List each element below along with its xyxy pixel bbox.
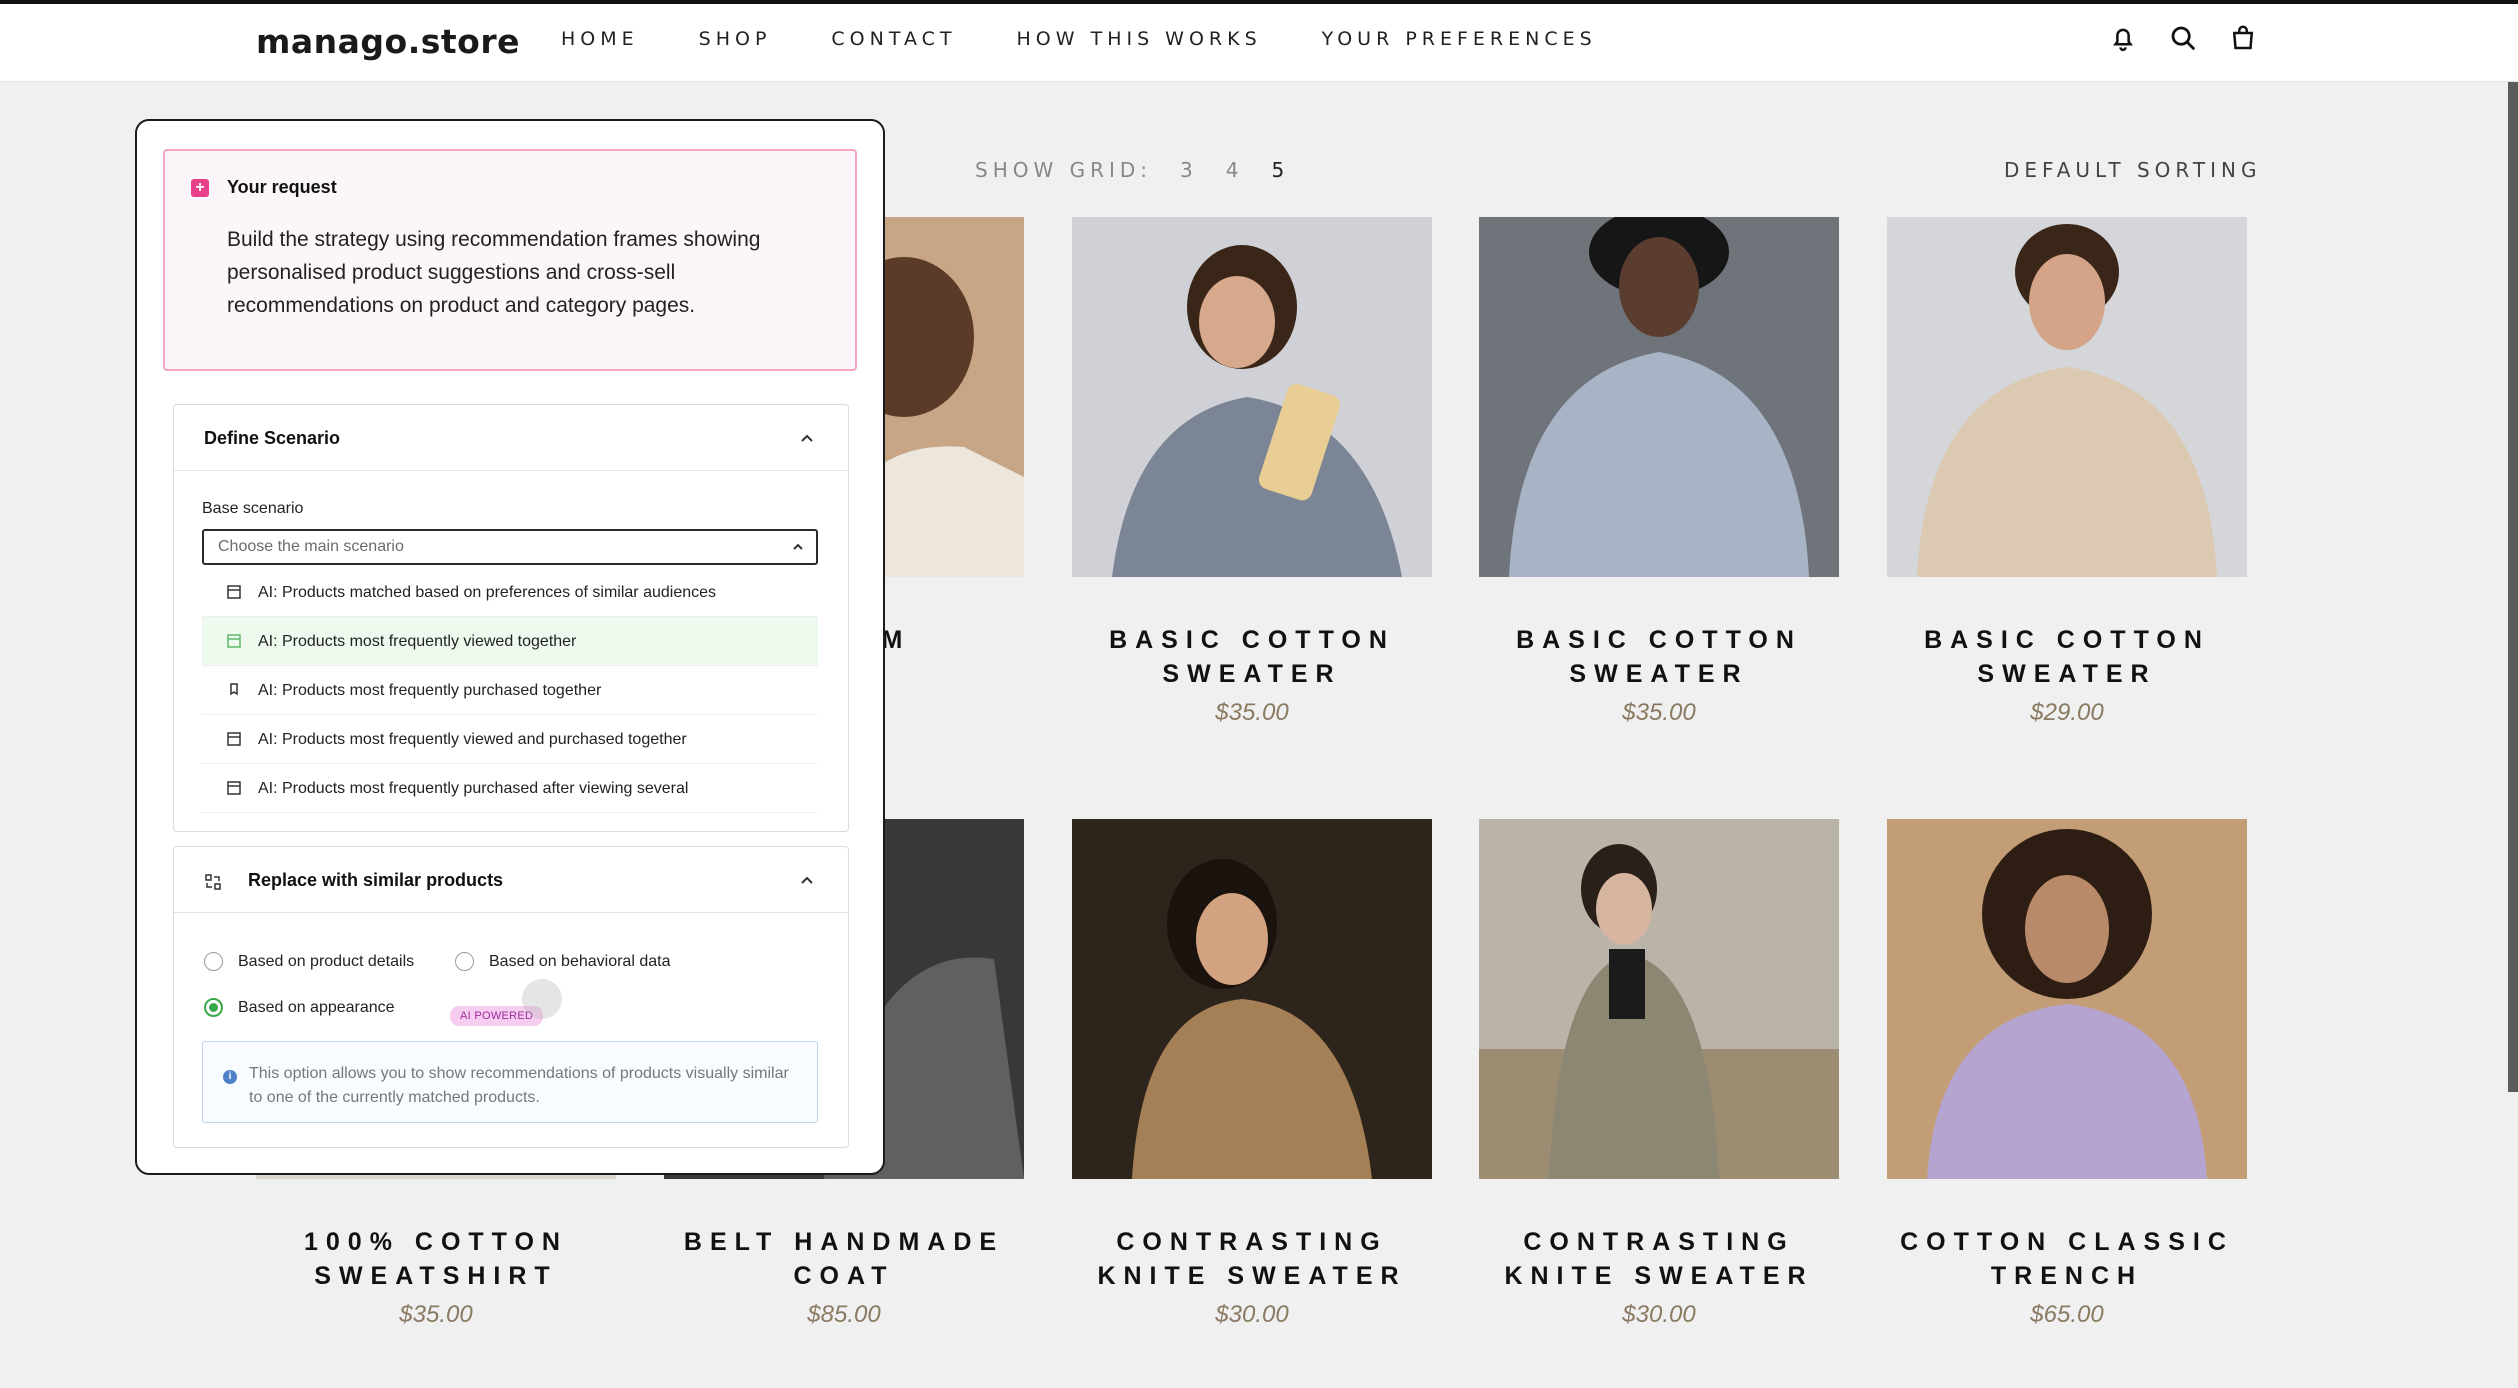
chevron-up-icon[interactable]: [800, 431, 814, 445]
page-scrollbar[interactable]: [2508, 82, 2518, 1092]
define-scenario-section: Define Scenario Base scenario Choose the…: [173, 404, 849, 832]
grid-option-3[interactable]: 3: [1180, 158, 1198, 182]
scenario-option-label: AI: Products matched based on preference…: [258, 584, 717, 601]
info-icon: i: [223, 1070, 237, 1084]
define-scenario-title: Define Scenario: [204, 428, 341, 448]
product-image[interactable]: [1479, 217, 1839, 577]
top-nav-bar: manago.store HOME SHOP CONTACT HOW THIS …: [0, 0, 2518, 82]
scenario-option[interactable]: AI: Products most frequently viewed and …: [202, 715, 818, 764]
info-text: This option allows you to show recommend…: [249, 1065, 789, 1106]
nav-icons: [2108, 22, 2258, 54]
radio-behavioral-data[interactable]: [455, 952, 474, 971]
product-card[interactable]: BASIC COTTON SWEATER $35.00: [1072, 217, 1432, 727]
nav-how-this-works[interactable]: HOW THIS WORKS: [1017, 28, 1262, 50]
radio-product-details-label: Based on product details: [238, 953, 415, 970]
base-scenario-label: Base scenario: [202, 500, 304, 517]
product-name[interactable]: BASIC COTTON SWEATER: [1887, 623, 2247, 691]
scenario-option-label: AI: Products most frequently viewed toge…: [258, 633, 577, 650]
nav-shop[interactable]: SHOP: [699, 28, 772, 50]
store-logo[interactable]: manago.store: [256, 22, 520, 61]
scenario-option[interactable]: AI: Products most frequently viewed toge…: [202, 617, 818, 666]
product-name[interactable]: COTTON CLASSIC TRENCH: [1887, 1225, 2247, 1293]
request-title: Your request: [227, 177, 337, 197]
grid-option-5[interactable]: 5: [1272, 158, 1290, 182]
define-scenario-header[interactable]: Define Scenario: [174, 405, 848, 471]
product-name[interactable]: BELT HANDMADE COAT: [664, 1225, 1024, 1293]
bell-icon[interactable]: [2108, 22, 2138, 54]
scenario-option-label: AI: Products most frequently purchased t…: [258, 682, 602, 699]
nav-contact[interactable]: CONTACT: [831, 28, 956, 50]
frame-icon: [227, 585, 241, 599]
grid-option-4[interactable]: 4: [1226, 158, 1244, 182]
product-price: $85.00: [807, 1301, 881, 1328]
chevron-up-icon: [793, 543, 803, 550]
select-placeholder: Choose the main scenario: [218, 538, 404, 555]
radio-appearance-label: Based on appearance: [238, 999, 395, 1016]
product-name[interactable]: CONTRASTING KNITE SWEATER: [1479, 1225, 1839, 1293]
product-card[interactable]: COTTON CLASSIC TRENCH $65.00: [1887, 819, 2247, 1329]
product-price: $29.00: [2030, 699, 2104, 726]
replace-similar-title: Replace with similar products: [248, 870, 504, 890]
shopping-bag-icon[interactable]: [2228, 22, 2258, 54]
strategy-panel: + Your request Build the strategy using …: [135, 119, 885, 1175]
request-text: Build the strategy using recommendation …: [227, 228, 761, 317]
bookmark-icon: [230, 683, 238, 696]
info-box: i This option allows you to show recomme…: [202, 1041, 818, 1123]
scenario-option[interactable]: AI: Products most frequently purchased a…: [202, 764, 818, 813]
replace-similar-header[interactable]: Replace with similar products: [174, 847, 848, 913]
radio-product-details[interactable]: [204, 952, 223, 971]
sorting-dropdown[interactable]: DEFAULT SORTING: [2004, 158, 2261, 182]
frame-icon: [227, 781, 241, 795]
product-price: $30.00: [1622, 1301, 1696, 1328]
product-price: $35.00: [1215, 699, 1289, 726]
radio-appearance[interactable]: [204, 998, 223, 1017]
frame-icon: [227, 732, 241, 746]
radio-behavioral-data-label: Based on behavioral data: [489, 953, 671, 970]
product-image[interactable]: [1887, 819, 2247, 1179]
mouse-cursor: [522, 979, 562, 1019]
product-price: $35.00: [1622, 699, 1696, 726]
frame-icon: [227, 634, 241, 648]
scenario-options-list: AI: Products matched based on preference…: [202, 568, 818, 813]
product-card[interactable]: CONTRASTING KNITE SWEATER $30.00: [1479, 819, 1839, 1329]
scenario-option-label: AI: Products most frequently purchased a…: [258, 780, 689, 797]
base-scenario-select[interactable]: Choose the main scenario: [202, 529, 818, 565]
product-name[interactable]: BASIC COTTON SWEATER: [1479, 623, 1839, 691]
swap-icon: [205, 874, 221, 890]
replace-similar-section: Replace with similar products Based on p…: [173, 846, 849, 1148]
product-image[interactable]: [1887, 217, 2247, 577]
product-price: $35.00: [399, 1301, 473, 1328]
product-card[interactable]: CONTRASTING KNITE SWEATER $30.00: [1072, 819, 1432, 1329]
scenario-option[interactable]: AI: Products matched based on preference…: [202, 568, 818, 617]
product-name[interactable]: CONTRASTING KNITE SWEATER: [1072, 1225, 1432, 1293]
product-card[interactable]: BASIC COTTON SWEATER $29.00: [1887, 217, 2247, 727]
product-image[interactable]: [1072, 819, 1432, 1179]
product-price: $65.00: [2030, 1301, 2104, 1328]
nav-your-preferences[interactable]: YOUR PREFERENCES: [1322, 28, 1597, 50]
product-price: $30.00: [1215, 1301, 1289, 1328]
request-box: + Your request Build the strategy using …: [163, 149, 857, 371]
product-image[interactable]: [1072, 217, 1432, 577]
nav-home[interactable]: HOME: [561, 28, 639, 50]
scenario-option-label: AI: Products most frequently viewed and …: [258, 731, 687, 748]
main-nav: HOME SHOP CONTACT HOW THIS WORKS YOUR PR…: [561, 28, 1657, 50]
show-grid-label: SHOW GRID:: [975, 158, 1153, 182]
product-image[interactable]: [1479, 819, 1839, 1179]
product-name[interactable]: BASIC COTTON SWEATER: [1072, 623, 1432, 691]
sparkle-icon: +: [191, 179, 209, 197]
search-icon[interactable]: [2168, 22, 2198, 54]
product-card[interactable]: BASIC COTTON SWEATER $35.00: [1479, 217, 1839, 727]
product-name[interactable]: 100% COTTON SWEATSHIRT: [256, 1225, 616, 1293]
chevron-up-icon[interactable]: [800, 873, 814, 887]
show-grid-controls: SHOW GRID: 3 4 5: [975, 158, 1289, 182]
scenario-option[interactable]: AI: Products most frequently purchased t…: [202, 666, 818, 715]
